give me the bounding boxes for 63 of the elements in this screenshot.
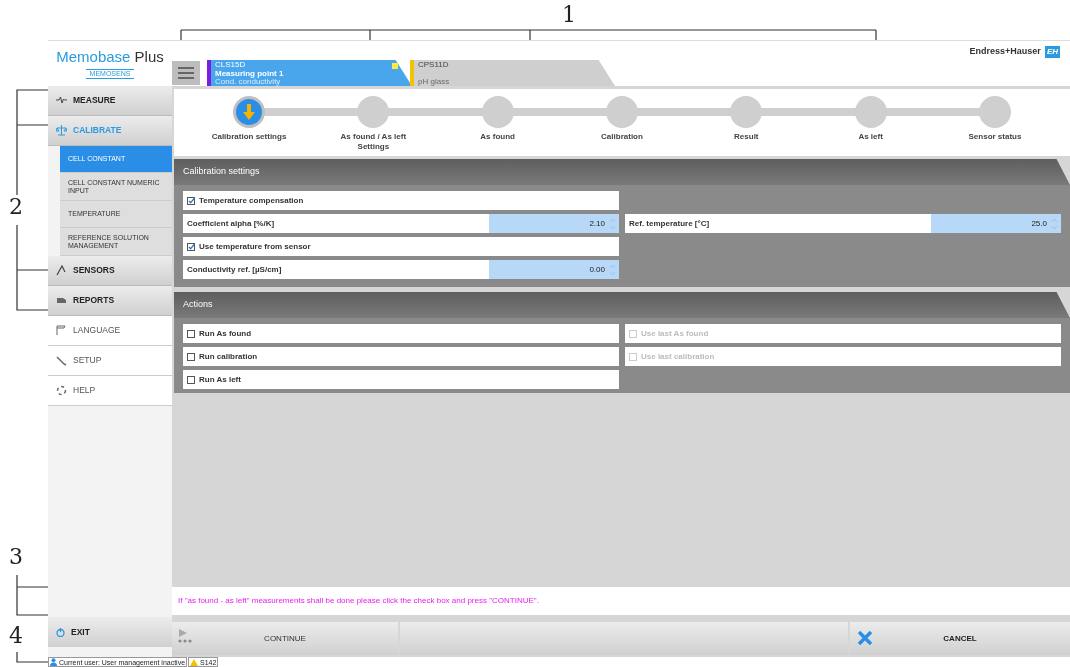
step-label: Calibration (600, 132, 644, 142)
checkbox-label: Run calibration (199, 350, 258, 363)
checkbox-label: Temperature compensation (199, 194, 304, 207)
sidebar-item[interactable]: MEASURE (48, 86, 172, 116)
power-icon (56, 627, 65, 637)
sidebar-item[interactable]: SENSORS (48, 256, 172, 286)
checkbox-label: Use last As found (641, 327, 709, 340)
hint-message: If "as found - as left" measurements shall be done please click the check box and press "CONTINUE". (172, 587, 1070, 615)
scale-icon (56, 125, 67, 136)
exit-button[interactable]: EXIT (48, 617, 172, 647)
continue-button[interactable]: CONTINUE (172, 622, 398, 655)
checkbox-icon (629, 352, 637, 361)
checkbox-icon (187, 375, 195, 384)
checkbox-field[interactable]: Run calibration (183, 347, 619, 366)
checkbox-field[interactable]: Run As found (183, 324, 619, 343)
spinner-icon (610, 217, 615, 230)
step-label: Result (733, 132, 760, 142)
lifebuoy-icon (56, 385, 67, 396)
sidebar-item[interactable]: REPORTS (48, 286, 172, 316)
step-label: Sensor status (967, 132, 1023, 142)
checkbox-icon (187, 329, 195, 338)
app-logo-title: Memobase Plus (56, 47, 164, 67)
probe-icon (56, 265, 67, 276)
checkbox-field[interactable]: Temperature compensation (183, 191, 619, 210)
person-icon (50, 658, 57, 666)
number-field[interactable]: 0.00 (489, 260, 619, 279)
number-field[interactable]: 2.10 (489, 214, 619, 233)
leader-line (16, 651, 49, 663)
number-field[interactable]: 25.0 (931, 214, 1061, 233)
wrench-icon (56, 355, 67, 366)
sidebar-item[interactable]: SETUP (48, 346, 172, 376)
close-icon (858, 631, 872, 645)
panel-header: Actions (174, 292, 1070, 318)
checkbox-icon (187, 352, 195, 361)
pulse-icon (56, 95, 67, 106)
brand-mark: EH (1044, 45, 1060, 58)
panel-header: Calibration settings (174, 159, 1070, 185)
checkbox-icon (187, 196, 195, 205)
step-label: Calibration settings (210, 132, 288, 142)
sensor-tab[interactable]: CPS11D pH glass (410, 60, 615, 86)
field-label: Coefficient alpha [%/K] (187, 217, 276, 230)
field-label: Conductivity ref. [µS/cm] (187, 263, 283, 276)
sidebar-item[interactable]: LANGUAGE (48, 316, 172, 346)
step-label: As left (857, 132, 884, 142)
cancel-button[interactable]: CANCEL (850, 622, 1070, 655)
down-arrow-icon (243, 104, 255, 120)
step-label: As found / As left Settings (339, 132, 408, 152)
checkbox-icon (187, 242, 195, 251)
brand-name: Endress+Hauser (969, 45, 1041, 58)
step-label: As found (479, 132, 516, 142)
sidebar-item[interactable]: HELP (48, 376, 172, 406)
checkbox-field[interactable]: Run As left (183, 370, 619, 389)
checkbox-field[interactable]: Use temperature from sensor (183, 237, 619, 256)
checkbox-label: Run As found (199, 327, 252, 340)
checkbox-icon (629, 329, 637, 338)
menu-button[interactable] (172, 61, 200, 85)
checkbox-label: Use last calibration (641, 350, 715, 363)
field-label: Ref. temperature [°C] (629, 217, 711, 230)
spinner-icon (1052, 217, 1057, 230)
spinner-icon (610, 263, 615, 276)
checkbox-label: Use temperature from sensor (199, 240, 311, 253)
checkbox-label: Run As left (199, 373, 241, 386)
flag-icon (56, 325, 67, 336)
